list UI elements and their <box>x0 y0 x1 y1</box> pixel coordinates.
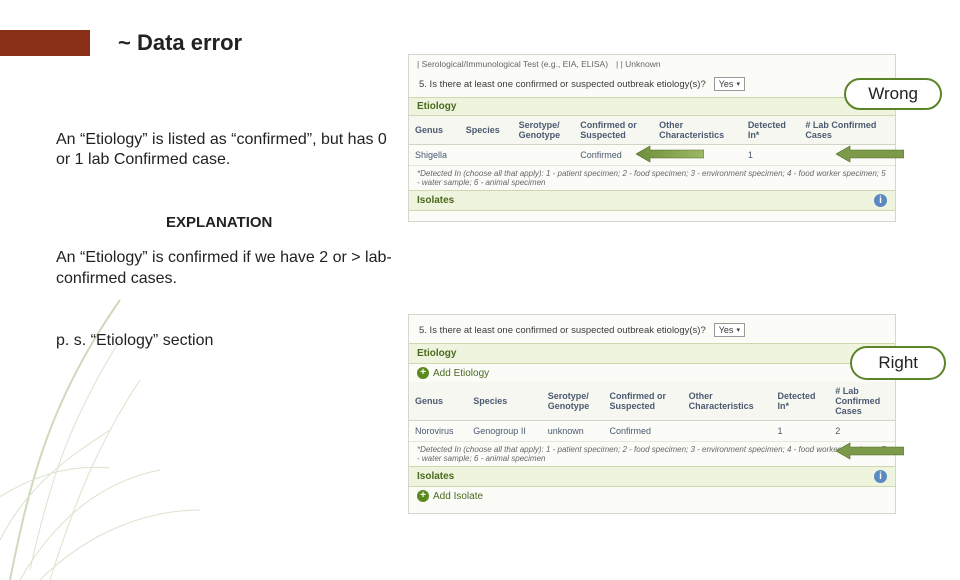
info-icon[interactable]: i <box>874 194 887 207</box>
plus-icon: + <box>417 367 429 379</box>
table-row: Norovirus Genogroup II unknown Confirmed… <box>409 421 895 442</box>
col-other: Other Characteristics <box>653 116 742 145</box>
detected-in-footnote: *Detected In (choose all that apply): 1 … <box>409 442 895 466</box>
table-row: Shigella Confirmed 1 <box>409 145 895 166</box>
cell-detected: 1 <box>742 145 800 166</box>
add-isolate-link[interactable]: + Add Isolate <box>409 487 895 505</box>
add-etiology-label: Add Etiology <box>433 368 489 379</box>
cell-serotype: unknown <box>542 421 604 442</box>
cell-confsusp: Confirmed <box>574 145 653 166</box>
checkbox-label-unknown: | | Unknown <box>616 59 661 69</box>
cell-serotype <box>513 145 575 166</box>
error-description: An “Etiology” is listed as “confirmed”, … <box>56 130 396 171</box>
etiology-table-right: Genus Species Serotype/ Genotype Confirm… <box>409 382 895 442</box>
explanatory-text: An “Etiology” is listed as “confirmed”, … <box>56 130 396 352</box>
wrong-screenshot: | Serological/Immunological Test (e.g., … <box>408 54 896 222</box>
isolates-section-label: Isolates <box>417 195 454 206</box>
etiology-select[interactable]: Yes ▾ <box>714 323 745 337</box>
slide-title: ~ Data error <box>118 30 242 56</box>
cell-genus: Norovirus <box>409 421 467 442</box>
etiology-section-label: Etiology <box>417 348 456 359</box>
question-5-text: 5. Is there at least one confirmed or su… <box>419 325 706 336</box>
col-labcases: # Lab Confirmed Cases <box>799 116 895 145</box>
add-isolate-label: Add Isolate <box>433 491 483 502</box>
col-serotype: Serotype/ Genotype <box>513 116 575 145</box>
cell-confsusp: Confirmed <box>604 421 683 442</box>
cell-labcases: 2 <box>829 421 895 442</box>
etiology-section-label: Etiology <box>417 101 456 112</box>
right-screenshot: 5. Is there at least one confirmed or su… <box>408 314 896 514</box>
ps-note: p. s. “Etiology” section <box>56 331 396 351</box>
col-detected: Detected In* <box>771 382 829 421</box>
select-value: Yes <box>719 79 734 89</box>
col-confsusp: Confirmed or Suspected <box>604 382 683 421</box>
wrong-badge: Wrong <box>844 78 942 110</box>
select-value: Yes <box>719 325 734 335</box>
isolates-section-label: Isolates <box>417 471 454 482</box>
title-accent <box>0 30 90 56</box>
cell-other <box>653 145 742 166</box>
isolates-section-bar: Isolates i <box>409 466 895 487</box>
col-detected: Detected In* <box>742 116 800 145</box>
col-genus: Genus <box>409 382 467 421</box>
col-confsusp: Confirmed or Suspected <box>574 116 653 145</box>
cell-labcases <box>799 145 895 166</box>
etiology-select[interactable]: Yes ▾ <box>714 77 745 91</box>
cell-species: Genogroup II <box>467 421 541 442</box>
col-species: Species <box>467 382 541 421</box>
right-badge: Right <box>850 346 946 380</box>
col-species: Species <box>460 116 513 145</box>
col-serotype: Serotype/ Genotype <box>542 382 604 421</box>
question-5-text: 5. Is there at least one confirmed or su… <box>419 79 706 90</box>
cell-detected: 1 <box>771 421 829 442</box>
explanation-heading: EXPLANATION <box>166 213 396 232</box>
detected-in-footnote: *Detected In (choose all that apply): 1 … <box>409 166 895 190</box>
col-genus: Genus <box>409 116 460 145</box>
col-other: Other Characteristics <box>683 382 772 421</box>
chevron-down-icon: ▾ <box>736 326 740 334</box>
chevron-down-icon: ▾ <box>736 80 740 88</box>
slide-header: ~ Data error <box>0 0 960 56</box>
plus-icon: + <box>417 490 429 502</box>
info-icon[interactable]: i <box>874 470 887 483</box>
etiology-section-bar: Etiology i <box>409 343 895 364</box>
explanation-text: An “Etiology” is confirmed if we have 2 … <box>56 248 396 289</box>
add-etiology-link[interactable]: + Add Etiology <box>409 364 895 382</box>
etiology-table-wrong: Genus Species Serotype/ Genotype Confirm… <box>409 116 895 166</box>
etiology-section-bar: Etiology <box>409 97 895 116</box>
cell-other <box>683 421 772 442</box>
col-labcases: # Lab Confirmed Cases <box>829 382 895 421</box>
checkbox-label-serological: | Serological/Immunological Test (e.g., … <box>417 59 608 69</box>
cell-genus: Shigella <box>409 145 460 166</box>
cell-species <box>460 145 513 166</box>
isolates-section-bar: Isolates i <box>409 190 895 211</box>
